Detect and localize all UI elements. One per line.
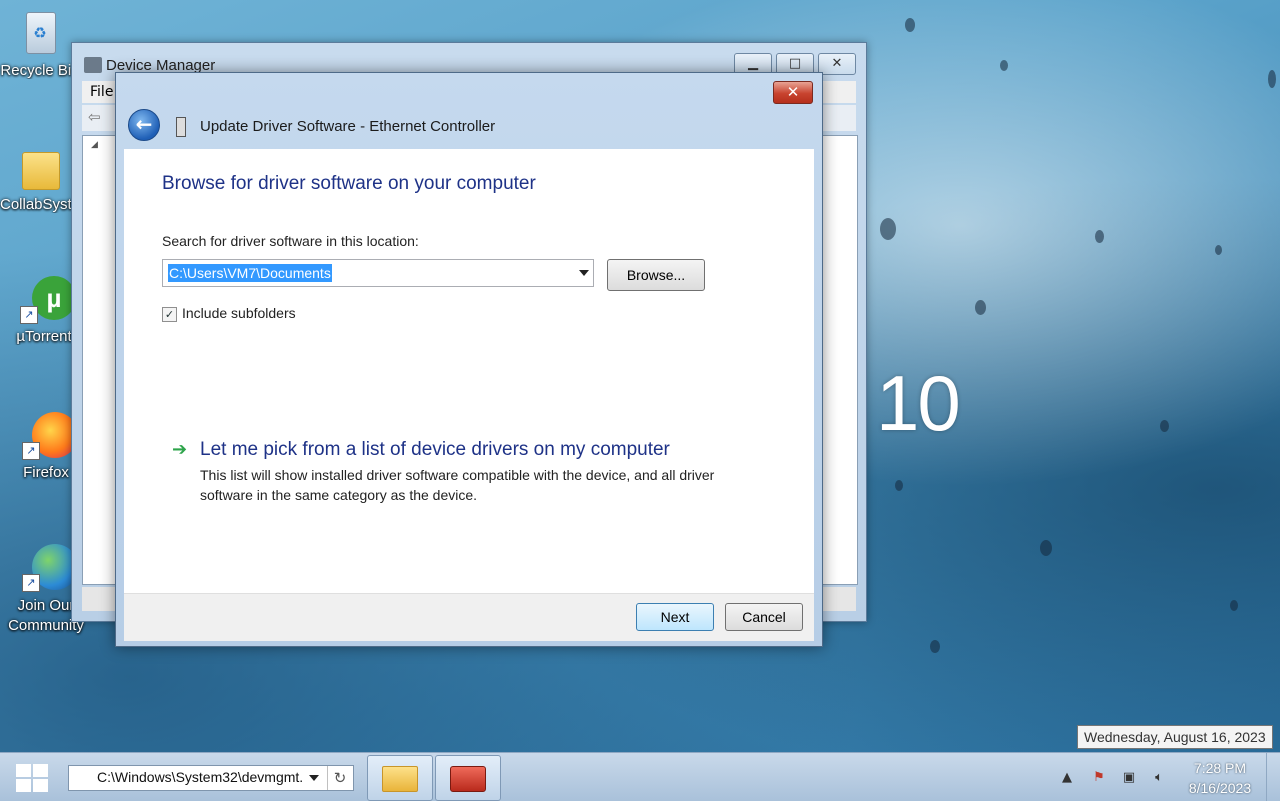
rain-drop — [1000, 60, 1008, 71]
dialog-body: Browse for driver software on your compu… — [124, 149, 814, 593]
show-desktop-button[interactable] — [1266, 753, 1280, 801]
expand-triangle-icon[interactable]: ◢ — [91, 140, 98, 150]
shortcut-arrow-icon: ↗ — [20, 306, 38, 324]
refresh-icon[interactable]: ↻ — [327, 766, 352, 790]
rain-drop — [1215, 245, 1222, 255]
volume-muted-icon[interactable]: 🔈︎ — [1150, 769, 1168, 787]
firefox-icon: ↗ — [22, 412, 78, 460]
address-input[interactable]: C:\Windows\System32\devmgmt.msc — [97, 769, 303, 785]
include-subfolders-checkbox[interactable]: ✓ — [162, 307, 177, 322]
rain-drop — [930, 640, 940, 653]
folder-icon — [382, 766, 418, 792]
rain-drop — [1230, 600, 1238, 611]
include-subfolders-label[interactable]: Include subfolders — [182, 305, 296, 321]
cancel-button[interactable]: Cancel — [725, 603, 803, 631]
network-adapter-icon — [176, 117, 186, 137]
wallpaper-logo-text: 10 — [876, 359, 961, 447]
back-button[interactable]: ← — [128, 109, 160, 141]
desktop-icon-collabsystem[interactable]: CollabSystem — [0, 144, 80, 213]
desktop-icon-label: Recycle Bin — [0, 62, 80, 79]
search-location-label: Search for driver software in this locat… — [162, 233, 419, 249]
network-icon[interactable]: ▣ — [1120, 769, 1138, 787]
globe-icon: ↗ — [22, 544, 78, 592]
dialog-footer: Next Cancel — [124, 593, 814, 641]
desktop-icon-label: CollabSystem — [0, 196, 80, 213]
chevron-down-icon[interactable] — [309, 775, 319, 781]
search-location-value[interactable]: C:\Users\VM7\Documents — [168, 264, 332, 282]
rain-drop — [1268, 70, 1276, 88]
recycle-bin-icon: ♻ — [16, 10, 64, 58]
rain-drop — [895, 480, 903, 491]
show-hidden-icons-chevron-icon[interactable]: ▲ — [1058, 769, 1076, 787]
toolbox-icon — [450, 766, 486, 792]
search-location-combobox[interactable]: C:\Users\VM7\Documents — [162, 259, 594, 287]
taskbar: C:\Windows\System32\devmgmt.msc ↻ ▲ ⚑ ▣ … — [0, 752, 1280, 801]
taskbar-device-manager-button[interactable] — [435, 755, 501, 801]
date-tooltip: Wednesday, August 16, 2023 — [1077, 725, 1273, 749]
shortcut-arrow-icon: ↗ — [22, 442, 40, 460]
dialog-header: ← Update Driver Software - Ethernet Cont… — [124, 105, 814, 149]
shortcut-arrow-icon: ↗ — [22, 574, 40, 592]
back-arrow-icon[interactable]: ⇦ — [88, 108, 101, 126]
browse-button[interactable]: Browse... — [607, 259, 705, 291]
pick-from-list-description: This list will show installed driver sof… — [200, 467, 715, 503]
utorrent-icon: µ ↗ — [20, 276, 76, 324]
device-manager-icon — [84, 57, 102, 73]
pick-from-list-link[interactable]: Let me pick from a list of device driver… — [200, 439, 670, 461]
dialog-title: Update Driver Software - Ethernet Contro… — [200, 118, 496, 135]
rain-drop — [1095, 230, 1104, 243]
taskbar-file-explorer-button[interactable] — [367, 755, 433, 801]
start-button[interactable] — [14, 763, 50, 793]
action-center-flag-icon[interactable]: ⚑ — [1090, 769, 1108, 787]
desktop-icon-recycle-bin[interactable]: ♻ Recycle Bin — [0, 10, 80, 79]
rain-drop — [975, 300, 986, 315]
next-button[interactable]: Next — [636, 603, 714, 631]
taskbar-address-bar[interactable]: C:\Windows\System32\devmgmt.msc ↻ — [68, 765, 354, 791]
rain-drop — [1160, 420, 1169, 432]
close-button[interactable]: ✕ — [818, 53, 856, 75]
green-arrow-icon: ➔ — [172, 439, 188, 460]
rain-drop — [880, 218, 896, 240]
rain-drop — [1040, 540, 1052, 556]
system-clock[interactable]: 7:28 PM 8/16/2023 — [1180, 758, 1260, 798]
update-driver-dialog[interactable]: ✕ ← Update Driver Software - Ethernet Co… — [115, 72, 823, 647]
menu-file[interactable]: File — [90, 84, 113, 100]
folder-icon — [16, 144, 64, 192]
chevron-down-icon[interactable] — [579, 270, 589, 276]
dialog-close-button[interactable]: ✕ — [773, 81, 813, 104]
clock-time: 7:28 PM — [1193, 760, 1247, 776]
page-heading: Browse for driver software on your compu… — [162, 173, 536, 194]
rain-drop — [905, 18, 915, 32]
clock-date: 8/16/2023 — [1188, 780, 1252, 796]
windows-logo-icon — [16, 764, 31, 777]
